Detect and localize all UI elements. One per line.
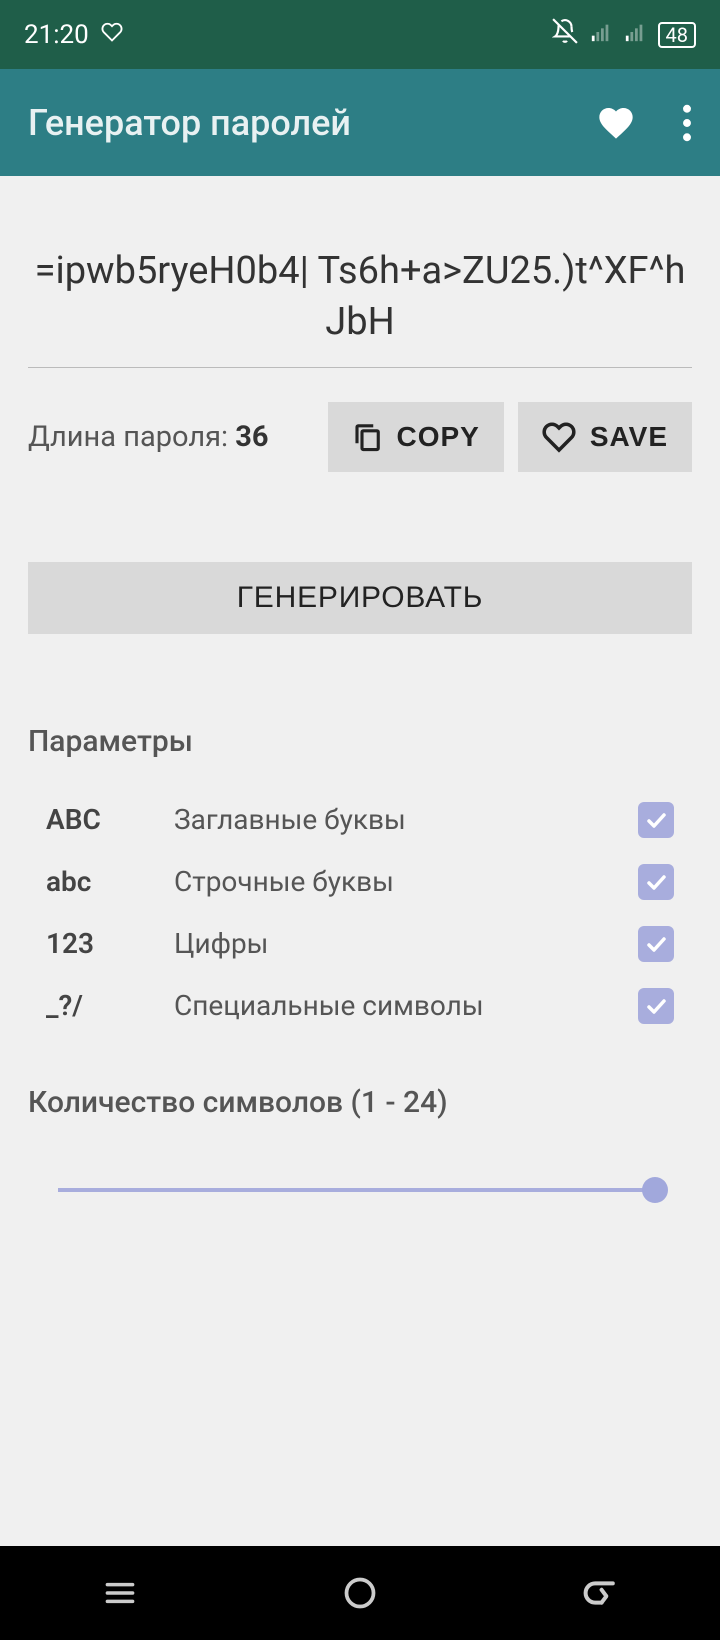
param-short: _?/ xyxy=(46,989,174,1022)
param-short: abc xyxy=(46,865,174,898)
generate-button[interactable]: ГЕНЕРИРОВАТЬ xyxy=(28,562,692,634)
main-content: =ipwb5ryeH0b4| Ts6h+a>ZU25.)t^XF^hJbH Дл… xyxy=(0,176,720,1546)
length-value: 36 xyxy=(235,420,268,454)
param-short: ABC xyxy=(46,803,174,836)
copy-button[interactable]: COPY xyxy=(328,402,503,472)
params-list: ABC Заглавные буквы abc Строчные буквы 1… xyxy=(28,789,692,1037)
checkbox-digits[interactable] xyxy=(638,926,674,962)
slider-track xyxy=(58,1188,662,1192)
length-slider[interactable] xyxy=(28,1178,692,1202)
param-label: Специальные символы xyxy=(174,989,484,1022)
param-short: 123 xyxy=(46,927,174,960)
status-time: 21:20 xyxy=(24,20,89,50)
save-label: SAVE xyxy=(590,421,668,453)
copy-label: COPY xyxy=(396,421,479,453)
app-bar: Генератор паролей xyxy=(0,69,720,176)
checkbox-uppercase[interactable] xyxy=(638,802,674,838)
app-title: Генератор паролей xyxy=(28,102,351,144)
more-menu-button[interactable] xyxy=(682,104,692,142)
nav-home-button[interactable] xyxy=(320,1563,400,1623)
favorites-button[interactable] xyxy=(596,103,636,143)
param-special: _?/ Специальные символы xyxy=(28,975,692,1037)
param-lowercase: abc Строчные буквы xyxy=(28,851,692,913)
battery-indicator: 48 xyxy=(658,22,696,48)
checkbox-special[interactable] xyxy=(638,988,674,1024)
signal-icon-1 xyxy=(590,20,612,50)
param-label: Заглавные буквы xyxy=(174,803,406,836)
status-bar: 21:20 48 xyxy=(0,0,720,69)
nav-back-button[interactable] xyxy=(560,1563,640,1623)
nav-recents-button[interactable] xyxy=(80,1563,160,1623)
slider-thumb[interactable] xyxy=(642,1177,668,1203)
param-label: Цифры xyxy=(174,927,268,960)
length-label: Длина пароля: xyxy=(28,420,235,454)
generated-password[interactable]: =ipwb5ryeH0b4| Ts6h+a>ZU25.)t^XF^hJbH xyxy=(28,246,692,368)
status-heart-icon xyxy=(101,20,123,50)
param-label: Строчные буквы xyxy=(174,865,394,898)
checkbox-lowercase[interactable] xyxy=(638,864,674,900)
signal-icon-2 xyxy=(624,20,646,50)
params-title: Параметры xyxy=(28,724,692,759)
mute-icon xyxy=(552,18,578,51)
param-digits: 123 Цифры xyxy=(28,913,692,975)
slider-title: Количество символов (1 - 24) xyxy=(28,1085,692,1120)
nav-bar xyxy=(0,1546,720,1640)
save-button[interactable]: SAVE xyxy=(518,402,692,472)
param-uppercase: ABC Заглавные буквы xyxy=(28,789,692,851)
